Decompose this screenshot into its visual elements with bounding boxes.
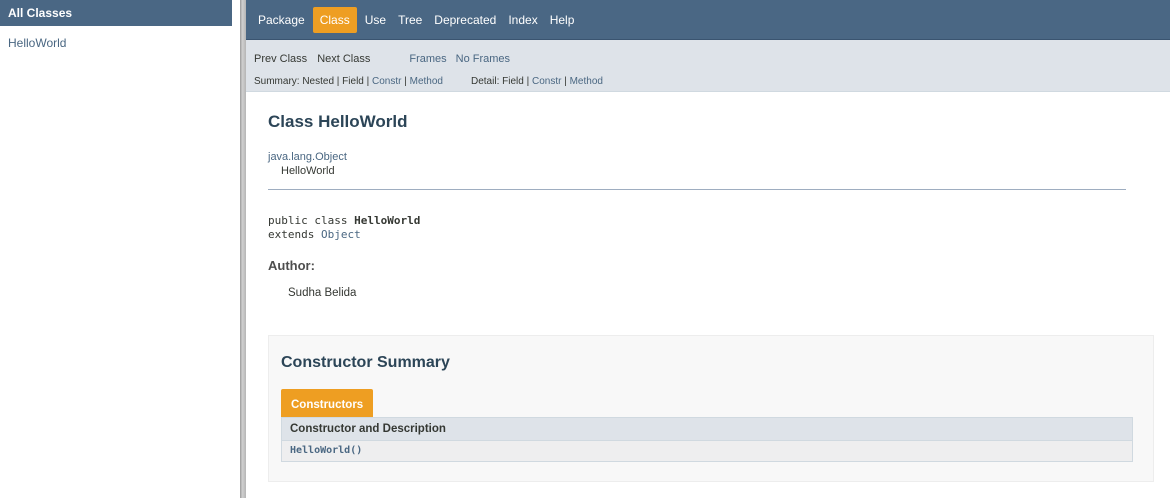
prev-class-link[interactable]: Prev Class (254, 53, 307, 67)
frames-link[interactable]: Frames (409, 53, 446, 67)
top-nav-bar: Package Class Use Tree Deprecated Index … (246, 0, 1170, 40)
constructor-table: Constructor and Description HelloWorld() (281, 417, 1133, 462)
divider (268, 189, 1126, 190)
detail-constr-link[interactable]: Constr (532, 76, 561, 87)
left-frame: All Classes HelloWorld (0, 0, 232, 498)
nav-deprecated[interactable]: Deprecated (428, 8, 502, 32)
nav-use[interactable]: Use (359, 8, 392, 32)
constructor-link-helloworld[interactable]: HelloWorld() (290, 445, 362, 456)
signature-extends: extends (268, 228, 321, 241)
summary-method-link[interactable]: Method (410, 76, 443, 87)
nav-tree[interactable]: Tree (392, 8, 428, 32)
summary-label: Summary: Nested | Field | (254, 76, 370, 87)
class-signature: public class HelloWorld extends Object (268, 214, 1170, 242)
nav-class[interactable]: Class (312, 6, 357, 33)
nav-help[interactable]: Help (544, 8, 581, 32)
detail-label: Detail: Field | (471, 76, 530, 87)
table-row: HelloWorld() (282, 441, 1132, 461)
inheritance-parent-link[interactable]: java.lang.Object (268, 151, 1170, 163)
class-content: Class HelloWorld java.lang.Object HelloW… (246, 92, 1170, 299)
inheritance-child: HelloWorld (281, 165, 335, 177)
class-list: HelloWorld (0, 26, 232, 50)
author-name: Sudha Belida (288, 287, 357, 299)
constructor-summary-title: Constructor Summary (281, 354, 450, 371)
detail-method-link[interactable]: Method (570, 76, 603, 87)
all-classes-header: All Classes (0, 0, 232, 26)
next-class-link[interactable]: Next Class (317, 53, 370, 67)
right-frame: Package Class Use Tree Deprecated Index … (246, 0, 1170, 498)
signature-prefix: public class (268, 214, 355, 227)
signature-class-name: HelloWorld (354, 214, 421, 227)
constructor-table-header: Constructor and Description (282, 418, 1132, 441)
constructor-summary-section: Constructor Summary Constructors Constru… (268, 335, 1154, 482)
nav-package[interactable]: Package (252, 8, 311, 32)
page-title: Class HelloWorld (268, 112, 408, 131)
summary-separator: | (404, 76, 407, 87)
no-frames-link[interactable]: No Frames (456, 53, 510, 67)
constructors-tab: Constructors (281, 389, 374, 417)
inheritance-tree: java.lang.Object HelloWorld (268, 151, 1170, 177)
class-link-helloworld[interactable]: HelloWorld (8, 36, 66, 50)
detail-separator: | (564, 76, 567, 87)
summary-constr-link[interactable]: Constr (372, 76, 401, 87)
nav-index[interactable]: Index (502, 8, 543, 32)
signature-parent-link[interactable]: Object (321, 228, 361, 241)
sub-nav-bar: Prev Class Next Class Frames No Frames S… (246, 40, 1170, 92)
author-label: Author: (268, 258, 315, 273)
